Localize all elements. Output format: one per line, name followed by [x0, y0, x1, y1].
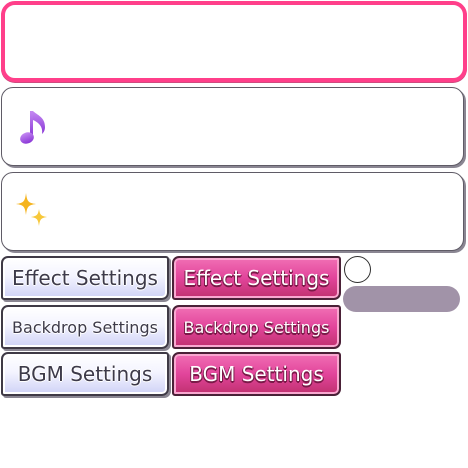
empty-selected-panel[interactable]	[1, 1, 467, 82]
backdrop-settings-label: Backdrop Settings	[12, 317, 158, 337]
backdrop-settings-label: Backdrop Settings	[183, 317, 330, 337]
slider-track[interactable]	[343, 286, 460, 312]
effects-panel[interactable]	[1, 172, 464, 251]
bgm-settings-button-active[interactable]: BGM Settings	[172, 352, 341, 396]
sparkle-icon	[16, 193, 47, 226]
music-note-icon	[20, 111, 45, 144]
effect-settings-label: Effect Settings	[12, 266, 158, 290]
effect-settings-label: Effect Settings	[183, 266, 330, 290]
music-panel[interactable]	[1, 87, 464, 166]
effect-settings-button[interactable]: Effect Settings	[1, 256, 169, 300]
backdrop-settings-button-active[interactable]: Backdrop Settings	[172, 305, 341, 349]
bgm-settings-label: BGM Settings	[17, 362, 153, 386]
effect-settings-button-active[interactable]: Effect Settings	[172, 256, 341, 300]
backdrop-settings-button[interactable]: Backdrop Settings	[1, 305, 169, 349]
bgm-settings-button[interactable]: BGM Settings	[1, 352, 169, 396]
radio-button[interactable]	[344, 256, 371, 283]
bgm-settings-label: BGM Settings	[189, 362, 324, 386]
